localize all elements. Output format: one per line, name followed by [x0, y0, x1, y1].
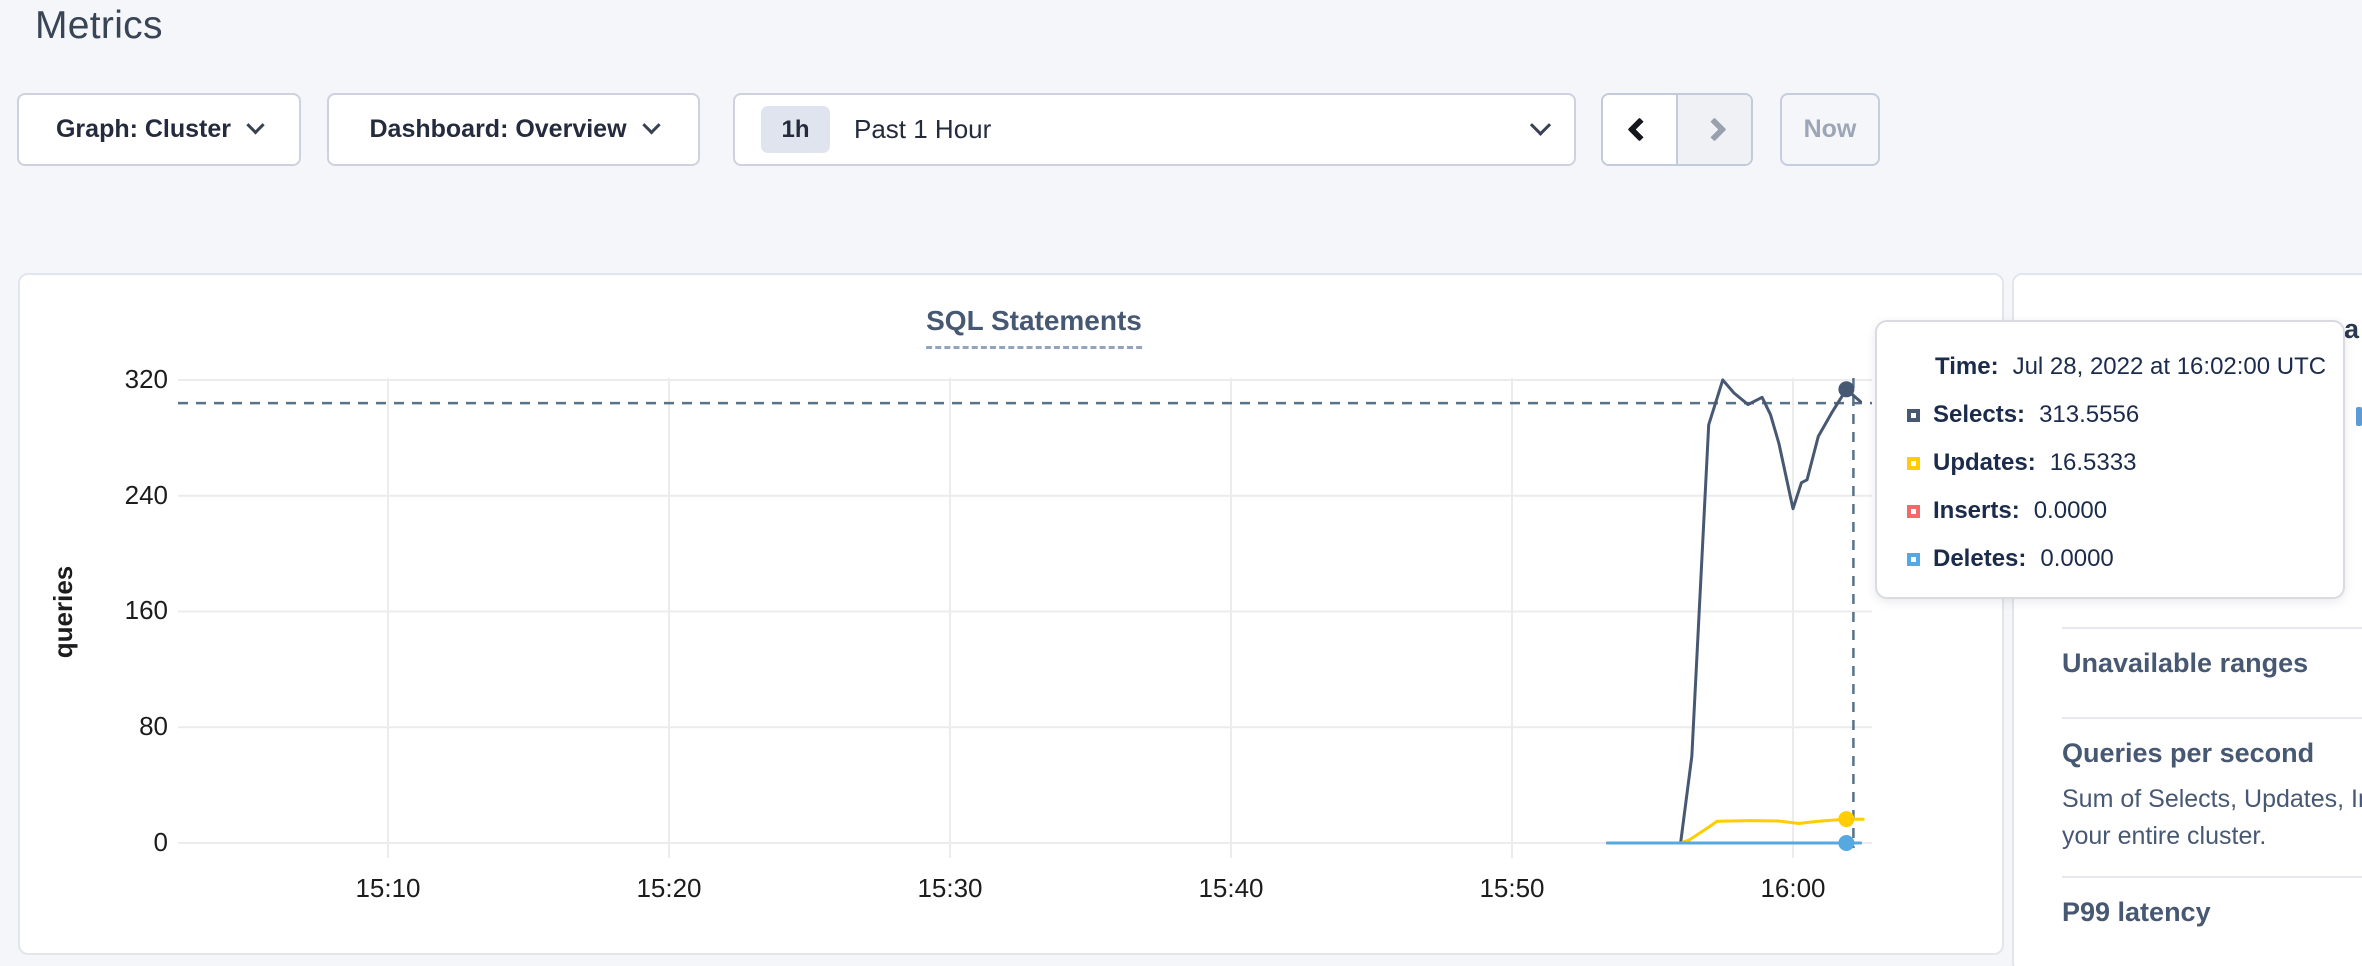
tooltip-series-label: Updates:	[1933, 449, 2036, 477]
prev-time-button[interactable]	[1603, 95, 1676, 164]
sidebar-item: Unavailable ranges	[2062, 648, 2362, 679]
graph-scope-dropdown[interactable]: Graph: Cluster	[17, 93, 301, 166]
dashboard-label: Dashboard: Overview	[369, 115, 626, 144]
tooltip-series-value: 16.5333	[2050, 449, 2137, 477]
deletes-swatch-icon	[1907, 553, 1920, 566]
x-tick-label: 15:20	[609, 873, 729, 904]
chevron-right-icon	[1702, 117, 1726, 141]
selects-swatch-icon	[1907, 409, 1920, 422]
tooltip-series-row: Deletes: 0.0000	[1907, 544, 2343, 574]
graph-scope-label: Graph: Cluster	[56, 115, 231, 144]
clipped-sidebar-text: a	[2344, 314, 2359, 345]
chevron-down-icon	[1530, 115, 1551, 136]
tooltip-series-row: Inserts: 0.0000	[1907, 496, 2343, 526]
x-tick-label: 15:30	[890, 873, 1010, 904]
time-range-label: Past 1 Hour	[854, 114, 991, 145]
time-range-dropdown[interactable]: 1h Past 1 Hour	[733, 93, 1576, 166]
time-range-badge: 1h	[761, 106, 830, 153]
time-nav-group	[1601, 93, 1753, 166]
y-tick-label: 0	[48, 827, 168, 858]
tooltip-series-label: Inserts:	[1933, 497, 2020, 525]
chevron-left-icon	[1627, 117, 1651, 141]
x-tick-label: 15:10	[328, 873, 448, 904]
y-tick-label: 80	[48, 711, 168, 742]
tooltip-series-value: 0.0000	[2040, 545, 2113, 573]
tooltip-time-row: Time: Jul 28, 2022 at 16:02:00 UTC	[1907, 352, 2343, 382]
sidebar-item-description: your entire cluster.	[2062, 818, 2362, 855]
tooltip-time-value: Jul 28, 2022 at 16:02:00 UTC	[2013, 353, 2327, 381]
tooltip-series-value: 313.5556	[2039, 401, 2139, 429]
x-tick-label: 15:50	[1452, 873, 1572, 904]
sidebar-divider	[2062, 717, 2362, 719]
chart-tooltip: Time: Jul 28, 2022 at 16:02:00 UTC Selec…	[1875, 320, 2345, 599]
tooltip-series-value: 0.0000	[2034, 497, 2107, 525]
y-tick-label: 160	[48, 595, 168, 626]
sidebar-divider	[2062, 627, 2362, 629]
tooltip-series-label: Selects:	[1933, 401, 2025, 429]
line-chart-plot[interactable]	[178, 370, 1872, 870]
tooltip-series-label: Deletes:	[1933, 545, 2026, 573]
next-time-button[interactable]	[1676, 95, 1751, 164]
tooltip-series-row: Selects: 313.5556	[1907, 400, 2343, 430]
y-tick-label: 240	[48, 480, 168, 511]
sidebar-item-description: Sum of Selects, Updates, Inser	[2062, 781, 2362, 818]
sidebar-divider	[2062, 876, 2362, 878]
sidebar-item-title: P99 latency	[2062, 897, 2362, 928]
tooltip-series-row: Updates: 16.5333	[1907, 448, 2343, 478]
sidebar-item-title: Queries per second	[2062, 738, 2362, 769]
chart-title[interactable]: SQL Statements	[926, 305, 1142, 349]
updates-swatch-icon	[1907, 457, 1920, 470]
sidebar-item: P99 latency	[2062, 897, 2362, 928]
clipped-link-fragment	[2356, 407, 2362, 426]
tooltip-time-label: Time:	[1935, 353, 1999, 381]
now-button[interactable]: Now	[1780, 93, 1880, 166]
x-tick-label: 16:00	[1733, 873, 1853, 904]
y-tick-label: 320	[48, 364, 168, 395]
chevron-down-icon	[246, 116, 264, 134]
dashboard-dropdown[interactable]: Dashboard: Overview	[327, 93, 700, 166]
page-title: Metrics	[35, 4, 163, 48]
sidebar-item-title: Unavailable ranges	[2062, 648, 2362, 679]
sidebar-item: Queries per second Sum of Selects, Updat…	[2062, 738, 2362, 855]
inserts-swatch-icon	[1907, 505, 1920, 518]
chevron-down-icon	[642, 116, 660, 134]
metrics-page: Metrics Graph: Cluster Dashboard: Overvi…	[0, 0, 2362, 966]
x-tick-label: 15:40	[1171, 873, 1291, 904]
